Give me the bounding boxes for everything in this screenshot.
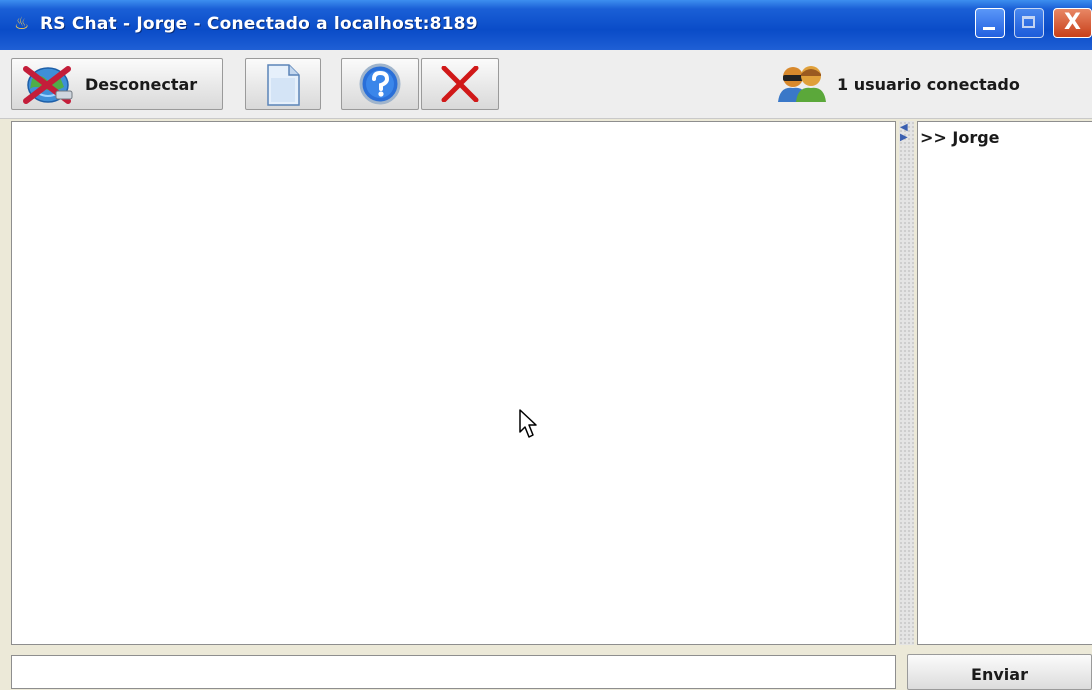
mouse-cursor-icon — [519, 409, 537, 438]
close-icon: X — [1064, 10, 1081, 35]
clear-button[interactable] — [421, 58, 499, 110]
users-list[interactable]: >> Jorge — [917, 121, 1092, 645]
disconnect-button[interactable]: Desconectar — [11, 58, 223, 110]
close-button[interactable]: X — [1053, 8, 1092, 38]
disconnect-label: Desconectar — [85, 75, 198, 94]
red-x-icon — [441, 66, 479, 102]
maximize-icon — [1022, 16, 1035, 28]
send-button[interactable]: Enviar — [907, 654, 1092, 690]
help-question-icon — [359, 63, 401, 105]
users-icon — [778, 66, 826, 102]
splitter-arrows-icon[interactable]: ◀ ▶ — [900, 123, 908, 143]
chat-history[interactable] — [11, 121, 896, 645]
disconnect-globe-icon — [23, 66, 73, 104]
java-coffee-icon: ♨ — [14, 14, 30, 34]
new-document-icon — [267, 64, 300, 106]
title-bar[interactable]: ♨ RS Chat - Jorge - Conectado a localhos… — [0, 0, 1092, 50]
minimize-icon — [983, 27, 995, 30]
message-input[interactable] — [11, 655, 896, 689]
users-connected-label: 1 usuario conectado — [837, 75, 1020, 94]
window-title: RS Chat - Jorge - Conectado a localhost:… — [40, 14, 478, 34]
user-list-item[interactable]: >> Jorge — [920, 128, 1000, 147]
maximize-button[interactable] — [1014, 8, 1044, 38]
minimize-button[interactable] — [975, 8, 1005, 38]
panel-splitter[interactable]: ◀ ▶ — [899, 121, 914, 645]
help-button[interactable] — [341, 58, 419, 110]
new-button[interactable] — [245, 58, 321, 110]
